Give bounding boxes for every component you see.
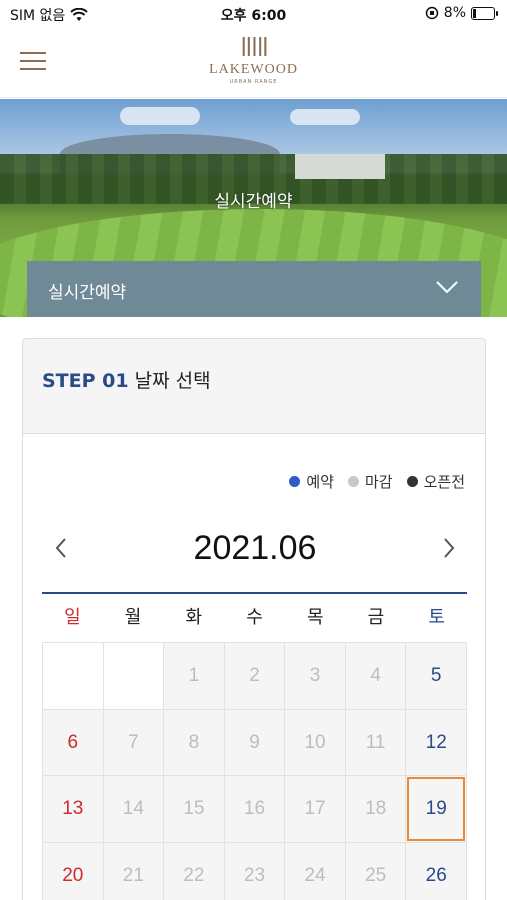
legend-item-closed: 마감 xyxy=(347,471,393,492)
hero-title: 실시간예약 xyxy=(214,192,293,212)
calendar-day-cell[interactable]: 13 xyxy=(43,776,104,843)
status-right: 8% xyxy=(425,5,498,21)
calendar-day-cell[interactable]: 5 xyxy=(406,643,467,710)
calendar-day-cell[interactable]: 15 xyxy=(164,776,225,843)
weekday-header: 일 월 화 수 목 금 토 xyxy=(42,594,467,642)
weekday-label: 금 xyxy=(367,607,385,628)
calendar-day-cell[interactable]: 22 xyxy=(164,842,225,900)
month-navigation: 2021.06 xyxy=(23,519,485,579)
legend-dot xyxy=(406,476,418,487)
calendar-day-cell[interactable]: 4 xyxy=(345,643,407,710)
reservation-type-dropdown[interactable]: 실시간예약 xyxy=(27,261,481,317)
calendar-day-cell[interactable]: 26 xyxy=(406,842,467,900)
month-title: 2021.06 xyxy=(193,529,317,567)
calendar-day-cell[interactable]: 1 xyxy=(164,643,225,710)
weekday-label: 수 xyxy=(246,607,263,628)
calendar-day-cell[interactable]: 21 xyxy=(103,842,165,900)
weekday-label: 토 xyxy=(428,607,445,628)
calendar-day-cell[interactable]: 11 xyxy=(345,709,407,776)
chevron-down-icon xyxy=(436,281,458,294)
step-title: STEP 01 날짜 선택 xyxy=(42,366,211,393)
calendar-day-cell[interactable]: 16 xyxy=(224,776,286,843)
calendar-day-cell[interactable]: 18 xyxy=(345,776,407,843)
calendar-day-cell[interactable]: 3 xyxy=(285,643,346,710)
weekday-label: 목 xyxy=(306,607,324,628)
status-bar: SIM 없음 오후 6:00 8% xyxy=(0,0,507,28)
calendar-empty-cell xyxy=(43,643,104,710)
battery-icon xyxy=(471,6,498,20)
chevron-right-icon[interactable] xyxy=(439,535,459,561)
legend-item-reserve: 예약 xyxy=(289,471,334,492)
calendar-day-cell[interactable]: 8 xyxy=(164,709,225,776)
calendar-grid: 1 2 3 4 5 6 7 8 9 10 11 12 13 14 15 16 17 18 19 20 21 22 23 24 2… xyxy=(42,642,467,900)
calendar-day-cell[interactable]: 14 xyxy=(103,776,165,843)
calendar-day-cell[interactable]: 2 xyxy=(224,643,286,710)
legend-item-not-open: 오픈전 xyxy=(406,471,465,492)
calendar-day-cell[interactable]: 19 xyxy=(406,776,467,843)
legend-dot xyxy=(289,476,301,487)
hero-banner: 실시간예약 실시간예약 xyxy=(0,99,507,317)
step-header: STEP 01 날짜 선택 xyxy=(23,339,485,434)
logo-subtitle: URBAN RANGE xyxy=(229,79,278,85)
weekday-label: 일 xyxy=(64,607,81,628)
legend-dot xyxy=(347,476,359,487)
logo-mark-icon: ǁǀǁ xyxy=(239,33,269,63)
calendar-day-cell[interactable]: 24 xyxy=(285,842,346,900)
calendar-legend: 예약 마감 오픈전 xyxy=(289,471,465,492)
app-header: ǁǀǁ LAKEWOOD URBAN RANGE xyxy=(0,28,507,98)
calendar-empty-cell xyxy=(103,643,165,710)
weekday-label: 월 xyxy=(124,607,142,628)
date-selection-card: STEP 01날짜 선택 예약 마감 오픈전 2021.06 일 월 화 수 xyxy=(22,338,486,900)
calendar-day-cell[interactable]: 23 xyxy=(224,842,286,900)
logo-name: LAKEWOOD xyxy=(209,62,298,77)
step-label: 날짜 선택 xyxy=(134,370,211,392)
calendar-day-cell[interactable]: 25 xyxy=(345,842,407,900)
orientation-lock-icon xyxy=(425,6,439,20)
calendar-day-cell[interactable]: 10 xyxy=(285,709,346,776)
calendar-day-cell[interactable]: 20 xyxy=(43,842,104,900)
battery-percent: 8% xyxy=(443,5,466,21)
logo[interactable]: ǁǀǁ LAKEWOOD URBAN RANGE xyxy=(0,34,507,86)
calendar-day-cell[interactable]: 6 xyxy=(43,709,104,776)
step-number: STEP 01 xyxy=(42,370,129,392)
calendar-day-cell[interactable]: 7 xyxy=(103,709,165,776)
calendar: 일 월 화 수 목 금 토 1 2 3 4 5 6 7 8 9 10 11 12 13 14 15 16 17 1… xyxy=(42,592,467,900)
dropdown-label: 실시간예약 xyxy=(48,283,127,303)
weekday-label: 화 xyxy=(185,607,203,628)
calendar-day-cell[interactable]: 17 xyxy=(285,776,346,843)
calendar-day-cell[interactable]: 12 xyxy=(406,709,467,776)
calendar-day-cell[interactable]: 9 xyxy=(224,709,286,776)
